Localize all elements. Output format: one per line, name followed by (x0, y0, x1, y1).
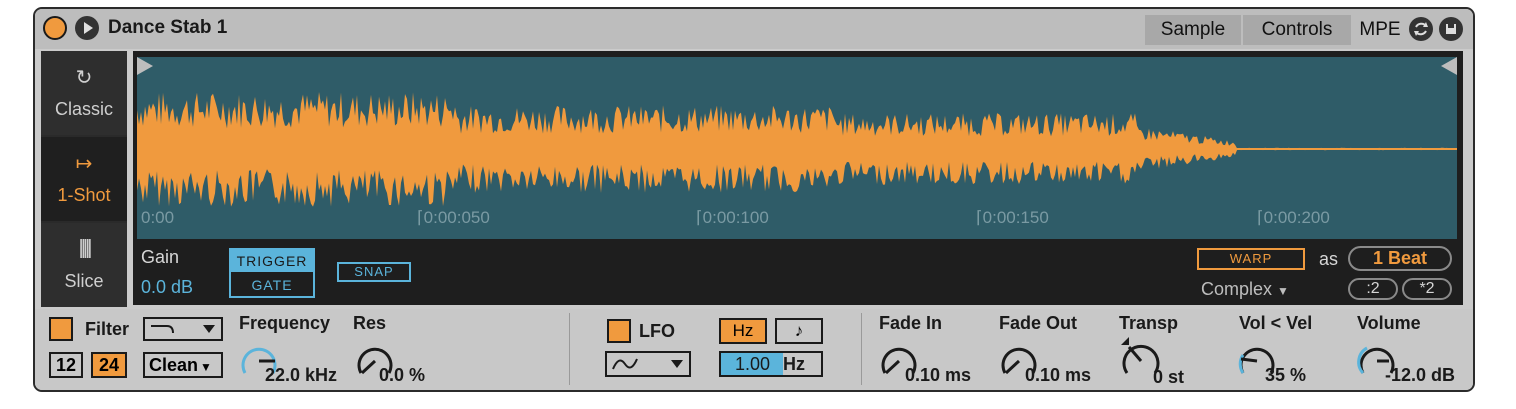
volume-label: Volume (1357, 313, 1421, 333)
dropdown-arrow-icon: ▼ (1277, 284, 1289, 298)
loop-arrow-icon: ↻ (75, 67, 93, 89)
tab-controls[interactable]: Controls (1243, 15, 1351, 45)
lfo-rate-value: 1.00 (735, 354, 771, 374)
vol-vel-label: Vol < Vel (1239, 313, 1313, 333)
save-preset-button[interactable] (1439, 17, 1463, 41)
sine-wave-icon (612, 358, 683, 370)
mode-slice[interactable]: ||||| Slice (41, 223, 127, 307)
volume-value: -12.0 dB (1385, 365, 1456, 385)
slice-bars-icon: ||||| (78, 237, 93, 259)
playback-mode-selector: ↻ Classic ↦ 1-Shot ||||| Slice (41, 51, 127, 307)
warp-button[interactable]: WARP (1197, 248, 1305, 270)
device-activator-button[interactable] (43, 16, 67, 40)
start-marker[interactable] (137, 57, 155, 75)
device-title: Dance Stab 1 (108, 17, 228, 38)
simpler-device: Dance Stab 1 Sample Controls MPE ↻ Class… (33, 7, 1475, 392)
warp-beats-value[interactable]: 1 Beat (1348, 246, 1452, 271)
gain-value[interactable]: 0.0 dB (141, 277, 193, 298)
dropdown-arrow-icon: ▼ (200, 360, 212, 374)
lfo-label: LFO (639, 321, 675, 341)
hot-swap-button[interactable] (1409, 17, 1433, 41)
warp-mode-menu[interactable]: Complex ▼ (1201, 279, 1289, 300)
lfo-waveform-menu[interactable] (605, 351, 691, 377)
res-label: Res (353, 313, 387, 333)
filter-toggle[interactable] (49, 317, 73, 341)
slope-24-button[interactable]: 24 (91, 352, 127, 378)
lowpass-shape-icon (151, 325, 215, 334)
save-icon (1446, 24, 1456, 34)
filter-circuit-menu[interactable]: Clean ▼ (143, 352, 223, 378)
mode-classic[interactable]: ↻ Classic (41, 51, 127, 135)
lfo-rate-field[interactable]: 1.00 Hz (719, 351, 823, 377)
timeline-label: ⌈0:00:200 (1257, 208, 1330, 227)
section-divider (861, 313, 862, 385)
section-divider (569, 313, 570, 385)
lfo-hz-button[interactable]: Hz (719, 318, 767, 344)
filter-type-menu[interactable] (143, 317, 223, 341)
trigger-gate-switch: TRIGGER GATE (229, 248, 315, 298)
arrow-to-line-icon: ↦ (75, 153, 93, 175)
trigger-button[interactable]: TRIGGER (231, 250, 313, 272)
double-tempo-button[interactable]: *2 (1402, 278, 1452, 300)
as-label: as (1319, 249, 1339, 269)
transpose-label: Transp (1119, 313, 1179, 333)
transpose-value: 0 st (1153, 367, 1185, 387)
half-tempo-button[interactable]: :2 (1348, 278, 1398, 300)
slope-12-button[interactable]: 12 (49, 352, 83, 378)
fade-out-value: 0.10 ms (1025, 365, 1092, 385)
gain-label: Gain (141, 247, 180, 267)
timeline-label: 0:00 (141, 208, 175, 227)
fade-in-value: 0.10 ms (905, 365, 972, 385)
res-value: 0.0 % (379, 365, 426, 385)
timeline-label: ⌈0:00:150 (976, 208, 1049, 227)
lfo-sync-button[interactable]: ♪ (775, 318, 823, 344)
tab-sample[interactable]: Sample (1145, 15, 1241, 45)
gate-button[interactable]: GATE (231, 274, 313, 296)
fade-in-label: Fade In (879, 313, 943, 333)
mpe-toggle[interactable]: MPE (1357, 15, 1403, 45)
swap-icon (1414, 22, 1428, 36)
timeline-label: ⌈0:00:100 (696, 208, 769, 227)
frequency-value: 22.0 kHz (265, 365, 338, 385)
play-icon (84, 22, 93, 34)
end-marker[interactable] (1439, 57, 1457, 75)
vol-vel-value: 35 % (1265, 365, 1307, 385)
mode-1-shot[interactable]: ↦ 1-Shot (41, 137, 127, 221)
filter-label: Filter (85, 319, 130, 339)
preview-play-button[interactable] (75, 16, 99, 40)
timeline-label: ⌈0:00:050 (417, 208, 490, 227)
snap-button[interactable]: SNAP (337, 262, 411, 282)
lfo-toggle[interactable] (607, 319, 631, 343)
frequency-label: Frequency (239, 313, 331, 333)
lfo-rate-unit: Hz (783, 354, 805, 374)
fade-out-label: Fade Out (999, 313, 1078, 333)
